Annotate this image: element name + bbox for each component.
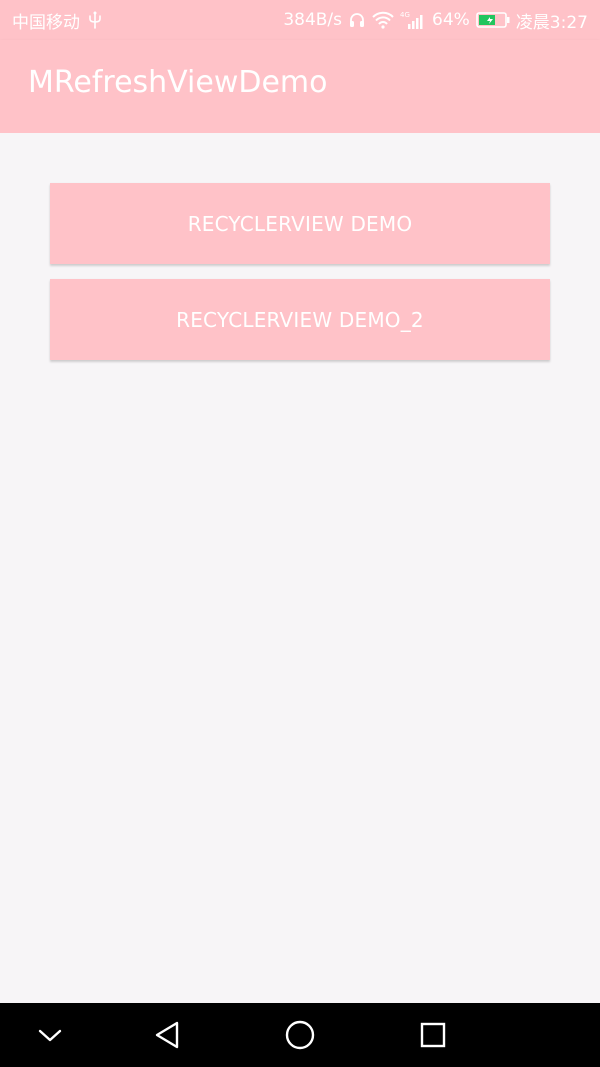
navigation-bar xyxy=(0,1003,600,1067)
status-bar: 中国移动 384B/s 4G 64% 凌晨3:27 xyxy=(0,0,600,40)
clock-time: 凌晨3:27 xyxy=(515,12,588,33)
svg-text:4G: 4G xyxy=(400,11,410,19)
chevron-down-icon[interactable] xyxy=(10,1003,90,1067)
usb-icon xyxy=(88,11,102,29)
recyclerview-demo-button[interactable]: RECYCLERVIEW DEMO xyxy=(50,183,550,264)
status-left: 中国移动 xyxy=(12,8,102,33)
net-speed: 384B/s xyxy=(283,10,343,30)
4g-signal-icon: 4G xyxy=(400,10,426,30)
battery-icon xyxy=(476,12,510,28)
wifi-icon xyxy=(372,11,394,29)
recyclerview-demo-2-button[interactable]: RECYCLERVIEW DEMO_2 xyxy=(50,279,550,360)
recent-square-icon[interactable] xyxy=(393,1003,473,1067)
back-triangle-icon[interactable] xyxy=(127,1003,207,1067)
home-circle-icon[interactable] xyxy=(260,1003,340,1067)
carrier-label: 中国移动 xyxy=(12,12,80,33)
headset-icon xyxy=(348,11,366,29)
battery-percent: 64% xyxy=(432,10,470,30)
app-title: MRefreshViewDemo xyxy=(28,65,328,100)
app-bar: MRefreshViewDemo xyxy=(0,40,600,133)
status-right: 384B/s 4G 64% 凌晨3:27 xyxy=(283,8,588,33)
main-content: RECYCLERVIEW DEMO RECYCLERVIEW DEMO_2 xyxy=(0,133,600,1003)
